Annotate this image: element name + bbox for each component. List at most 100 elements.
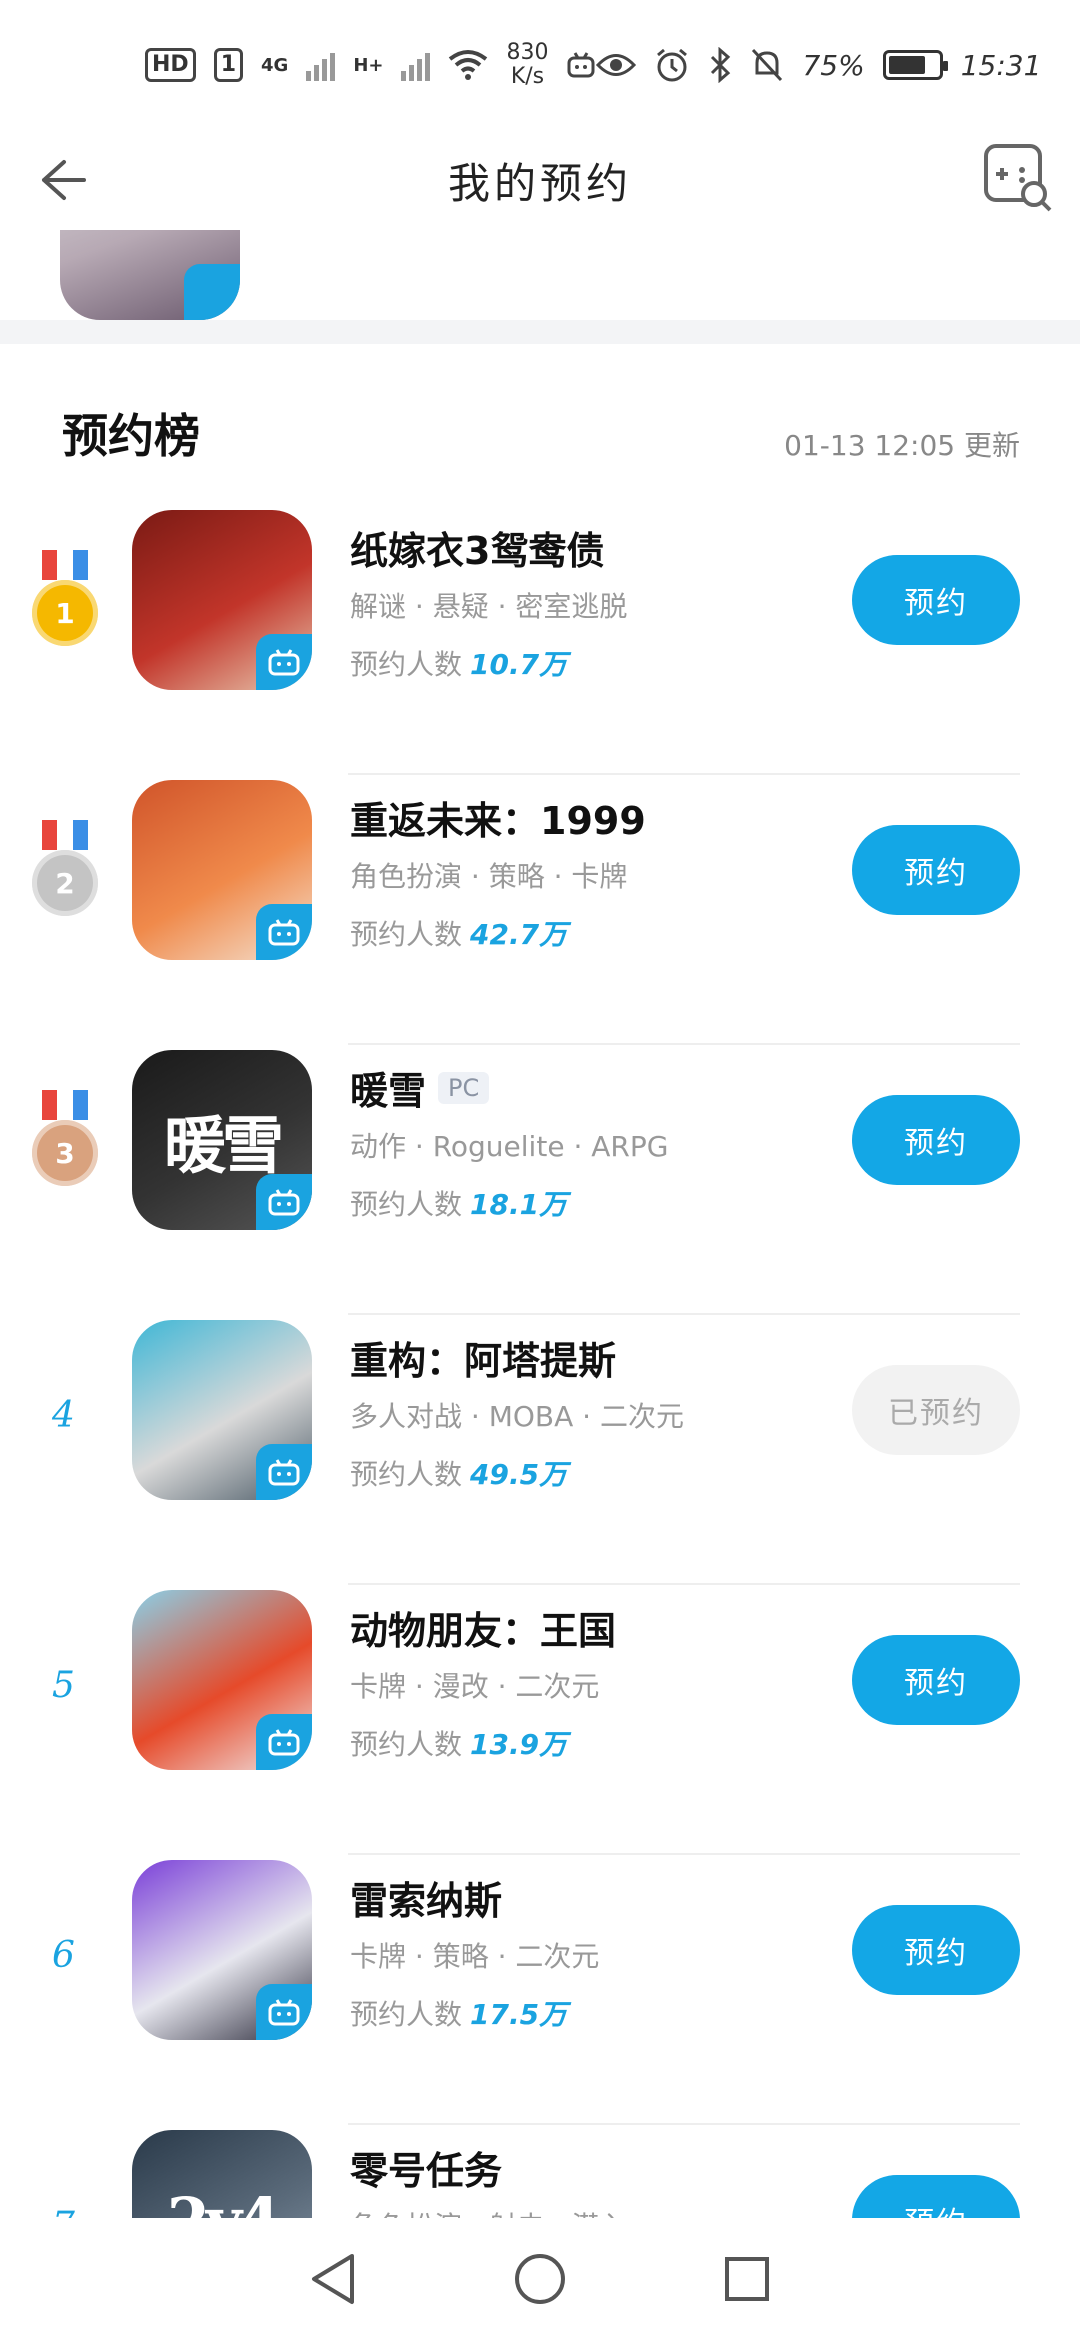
rank-item[interactable]: 3 暖雪 暖雪 PC 动作 · Roguelite · ARPG 预约人数 18.1… <box>0 1045 1080 1315</box>
app-icon[interactable] <box>132 1320 312 1500</box>
platform-tag: PC <box>438 1071 490 1104</box>
system-nav-bar <box>0 2218 1080 2340</box>
ranking-update-time: 01-13 12:05 更新 <box>784 429 1020 462</box>
bluetooth-icon <box>711 47 731 83</box>
mute-bell-icon <box>752 48 783 82</box>
app-icon[interactable] <box>132 510 312 690</box>
nav-home-button[interactable] <box>505 2244 575 2314</box>
medal-ribbon <box>42 550 88 580</box>
clock: 15:31 <box>960 48 1042 82</box>
nav-back-button[interactable] <box>298 2244 368 2314</box>
app-tags: 卡牌 · 策略 · 二次元 <box>350 1940 600 1973</box>
medal-ribbon <box>42 820 88 850</box>
ranking-title: 预约榜 <box>62 409 200 463</box>
header-bar: 我的预约 <box>0 130 1080 230</box>
speed-value: 830 <box>506 40 549 65</box>
app-name-text: 重返未来：1999 <box>350 799 646 843</box>
medal-ribbon <box>42 1090 88 1120</box>
network-type-2: H+ <box>353 54 384 76</box>
app-name-text: 零号任务 <box>350 2149 503 2193</box>
reservation-count: 预约人数 49.5万 <box>350 1453 567 1493</box>
medal-rank-number: 3 <box>32 1120 98 1186</box>
back-button[interactable] <box>30 148 94 212</box>
speed-unit: K/s <box>510 64 545 89</box>
partial-previous-item <box>0 230 1080 320</box>
reservation-count-value: 10.7万 <box>470 648 568 681</box>
status-bar: HD 1 4G H+ 830 K/s 75% 15:31 <box>0 0 1080 130</box>
reservation-count-label: 预约人数 <box>350 648 463 681</box>
app-tags: 动作 · Roguelite · ARPG <box>350 1130 669 1163</box>
app-name[interactable]: 重构：阿塔提斯 <box>350 1330 616 1385</box>
bronze-medal-icon: 3 <box>32 1090 98 1200</box>
reservation-count: 预约人数 42.7万 <box>350 913 567 953</box>
app-tags: 卡牌 · 漫改 · 二次元 <box>350 1670 600 1703</box>
gold-medal-icon: 1 <box>32 550 98 660</box>
app-icon[interactable] <box>132 780 312 960</box>
reservation-count-label: 预约人数 <box>350 918 463 951</box>
rank-item[interactable]: 4 重构：阿塔提斯 多人对战 · MOBA · 二次元 预约人数 49.5万 已预… <box>0 1315 1080 1585</box>
sim-indicator: 1 <box>213 48 243 82</box>
rank-item[interactable]: 7 2v4 零号任务 角色扮演 · 射击 · 潜入 预约人数 预约 <box>0 2125 1080 2218</box>
eye-icon <box>596 54 637 76</box>
ranking-header: 预约榜 01-13 12:05 更新 <box>0 380 1080 480</box>
status-left: HD 1 4G H+ 830 K/s <box>145 41 596 89</box>
reservation-count-value: 17.5万 <box>470 1998 568 2031</box>
wifi-icon <box>449 50 488 80</box>
app-icon[interactable]: 2v4 <box>132 2130 312 2218</box>
nav-recents-button[interactable] <box>712 2244 782 2314</box>
reserve-button[interactable]: 预约 <box>852 2175 1020 2218</box>
app-tags: 角色扮演 · 射击 · 潜入 <box>350 2205 627 2218</box>
square-recents-icon <box>724 2257 769 2301</box>
battery-icon <box>882 50 948 80</box>
reservation-count: 预约人数 18.1万 <box>350 1183 567 1223</box>
bilibili-badge-icon <box>256 1714 312 1770</box>
icon-art-text: 2v4 <box>132 2130 312 2219</box>
app-name[interactable]: 雷索纳斯 <box>350 1870 502 1925</box>
rank-number: 6 <box>52 1935 75 1976</box>
reservation-count-value: 42.7万 <box>470 918 568 951</box>
reservation-count-value: 13.9万 <box>470 1728 568 1761</box>
rank-number: 4 <box>52 1395 75 1436</box>
bilibili-badge-icon <box>184 264 240 320</box>
app-name[interactable]: 零号任务 <box>350 2140 502 2195</box>
reserve-button[interactable]: 预约 <box>852 1635 1020 1725</box>
app-name[interactable]: 纸嫁衣3鸳鸯债 <box>350 520 604 575</box>
reserve-button[interactable]: 预约 <box>852 555 1020 645</box>
arrow-left-icon <box>42 160 86 200</box>
app-name[interactable]: 动物朋友：王国 <box>350 1600 616 1655</box>
medal-rank-number: 1 <box>32 580 98 646</box>
bilibili-badge-icon <box>256 904 312 960</box>
silver-medal-icon: 2 <box>32 820 98 930</box>
reserve-button[interactable]: 预约 <box>852 1905 1020 1995</box>
bilibili-badge-icon <box>256 634 312 690</box>
app-icon[interactable] <box>132 1860 312 2040</box>
gamepad-search-icon <box>984 144 1052 212</box>
app-icon[interactable]: 暖雪 <box>132 1050 312 1230</box>
signal-icon <box>306 49 336 81</box>
app-name[interactable]: 暖雪 PC <box>350 1060 490 1115</box>
rank-item[interactable]: 6 雷索纳斯 卡牌 · 策略 · 二次元 预约人数 17.5万 预约 <box>0 1855 1080 2125</box>
app-name-text: 雷索纳斯 <box>350 1879 503 1923</box>
reserved-button[interactable]: 已预约 <box>852 1365 1020 1455</box>
page-title: 我的预约 <box>447 158 632 208</box>
rank-item[interactable]: 5 动物朋友：王国 卡牌 · 漫改 · 二次元 预约人数 13.9万 预约 <box>0 1585 1080 1855</box>
app-tags: 角色扮演 · 策略 · 卡牌 <box>350 860 628 893</box>
rank-item[interactable]: 1 纸嫁衣3鸳鸯债 解谜 · 悬疑 · 密室逃脱 预约人数 10.7万 预约 <box>0 505 1080 775</box>
reservation-count-value: 18.1万 <box>470 1188 568 1221</box>
rank-item[interactable]: 2 重返未来：1999 角色扮演 · 策略 · 卡牌 预约人数 42.7万 预约 <box>0 775 1080 1045</box>
reservation-count-label: 预约人数 <box>350 1188 463 1221</box>
previous-app-icon[interactable] <box>60 230 240 320</box>
battery-level <box>888 56 925 74</box>
battery-percent: 75% <box>802 48 865 82</box>
bilibili-badge-icon <box>256 1444 312 1500</box>
app-icon[interactable] <box>132 1590 312 1770</box>
app-name-text: 动物朋友：王国 <box>350 1609 617 1653</box>
reservation-count-value: 49.5万 <box>470 1458 568 1491</box>
medal-rank-number: 2 <box>32 850 98 916</box>
app-name[interactable]: 重返未来：1999 <box>350 790 646 845</box>
rank-number: 7 <box>52 2205 75 2218</box>
app-tags: 多人对战 · MOBA · 二次元 <box>350 1400 684 1433</box>
game-search-button[interactable] <box>980 140 1056 216</box>
reserve-button[interactable]: 预约 <box>852 825 1020 915</box>
reserve-button[interactable]: 预约 <box>852 1095 1020 1185</box>
